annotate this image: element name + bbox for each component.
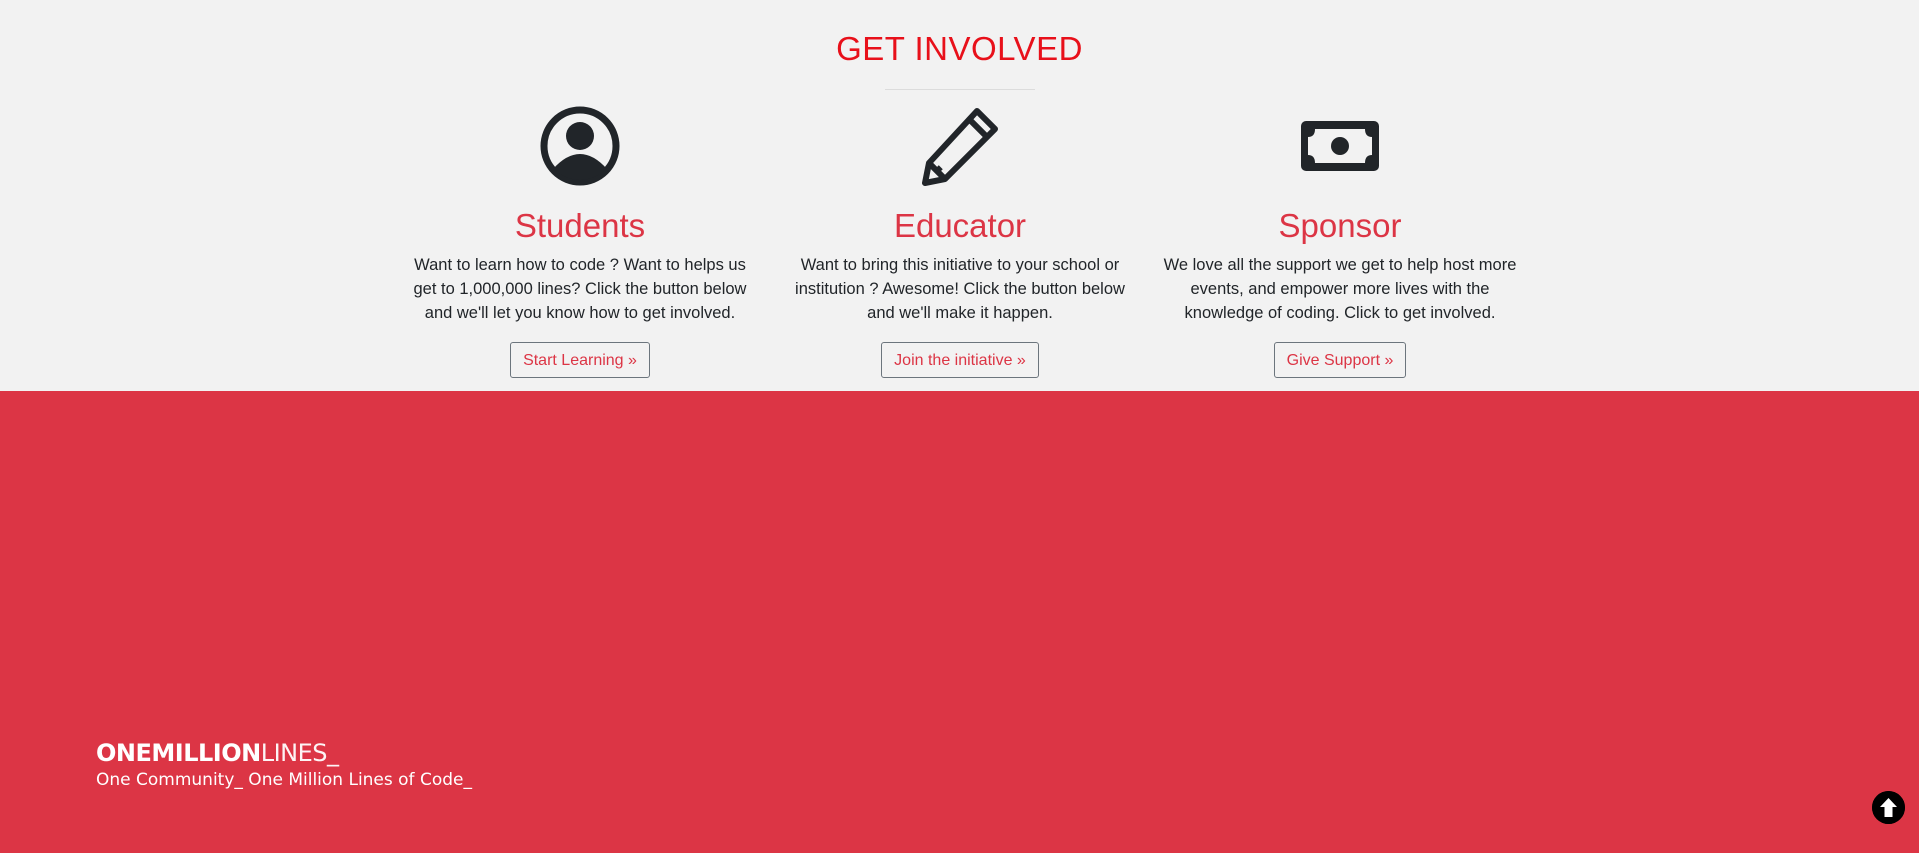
- footer-brand-logo[interactable]: ONEMILLIONLINES_: [96, 739, 339, 767]
- user-circle-icon: [540, 106, 620, 186]
- scroll-to-top-button[interactable]: [1872, 791, 1905, 824]
- money-bill-icon: [1301, 121, 1379, 171]
- sponsor-description: We love all the support we get to help h…: [1163, 256, 1517, 322]
- sponsor-heading: Sponsor: [1278, 207, 1402, 244]
- sponsor-column: Sponsor We love all the support we get t…: [1160, 105, 1520, 378]
- educator-column: Educator Want to bring this initiative t…: [780, 105, 1140, 378]
- brand-bold-text: ONEMILLION: [96, 739, 261, 767]
- educator-heading: Educator: [893, 207, 1027, 244]
- students-column: Students Want to learn how to code ? Wan…: [400, 105, 760, 378]
- brand-light-text: LINES_: [260, 739, 339, 767]
- section-title: GET INVOLVED: [836, 30, 1083, 67]
- footer: ONEMILLIONLINES_ One Community_ One Mill…: [0, 391, 1919, 853]
- give-support-button[interactable]: Give Support »: [1273, 342, 1407, 378]
- start-learning-button[interactable]: Start Learning »: [510, 342, 650, 378]
- footer-tagline: One Community_ One Million Lines of Code…: [96, 770, 472, 790]
- arrow-up-circle-icon: [1872, 791, 1905, 824]
- title-divider: [885, 89, 1035, 90]
- pencil-icon: [922, 108, 998, 186]
- students-heading: Students: [514, 207, 646, 244]
- educator-description: Want to bring this initiative to your sc…: [795, 256, 1125, 322]
- students-description: Want to learn how to code ? Want to help…: [413, 256, 747, 322]
- get-involved-section: GET INVOLVED Students Want to learn how …: [0, 0, 1919, 391]
- join-initiative-button[interactable]: Join the initiative »: [881, 342, 1039, 378]
